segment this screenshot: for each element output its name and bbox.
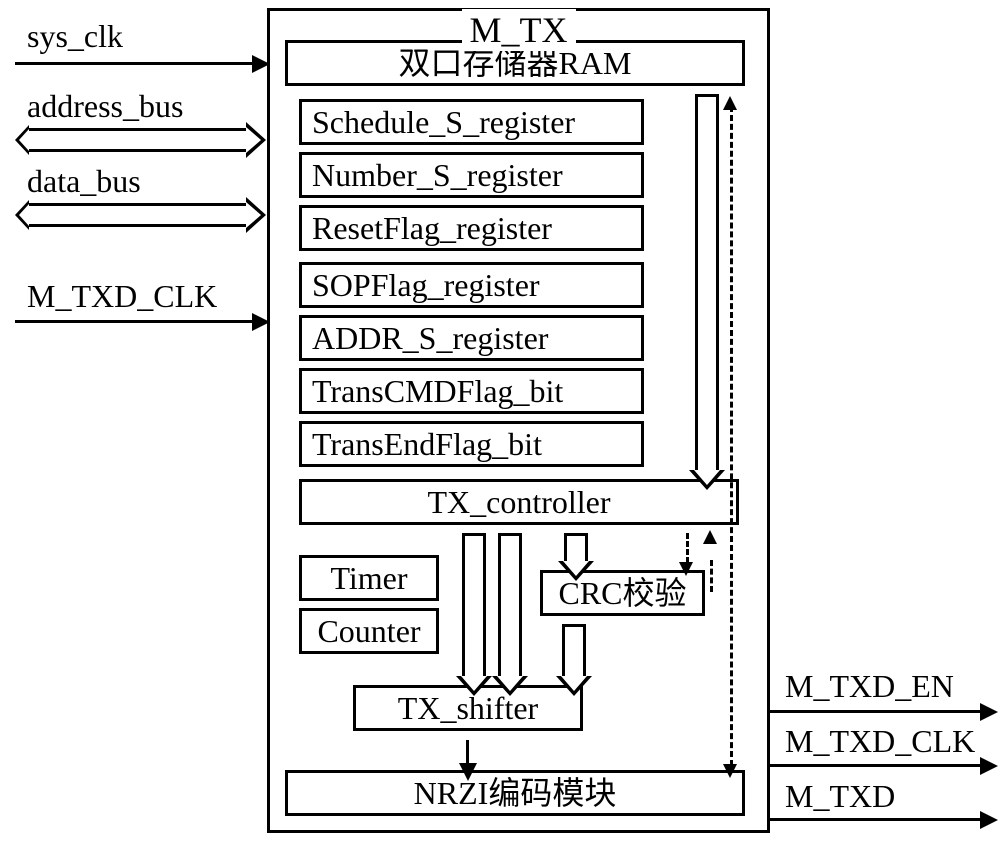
arrow-mtxd [770, 818, 980, 821]
mtx-diagram: sys_clk address_bus data_bus M_TXD_CLK M… [0, 0, 1000, 856]
arrowhead-data-bus [246, 197, 266, 233]
addr-s-register: ADDR_S_register [299, 315, 644, 361]
arrow-ram-to-txcontroller [695, 94, 719, 470]
arrow-mtxd-clk-in [15, 320, 252, 323]
dashed-txc-to-crc [686, 533, 689, 563]
arrow-mtxd-en [770, 710, 980, 713]
arrow-txc-to-crc [564, 533, 588, 561]
label-mtxd-clk-out: M_TXD_CLK [785, 723, 975, 760]
transendflag-bit: TransEndFlag_bit [299, 421, 644, 467]
arrow-data-bus [28, 203, 246, 227]
sopflag-register: SOPFlag_register [299, 262, 644, 308]
counter-box: Counter [299, 608, 439, 654]
number-s-register: Number_S_register [299, 152, 644, 198]
arrowhead-address-bus [246, 122, 266, 158]
schedule-s-register: Schedule_S_register [299, 99, 644, 145]
dashed-crc-to-txc [710, 560, 713, 592]
arrow-txc-shifter-2 [498, 533, 522, 676]
tx-controller: TX_controller [299, 479, 739, 525]
arrowtail-data-bus [15, 200, 29, 230]
arrow-mtxd-clk [770, 764, 980, 767]
transcmdflag-bit: TransCMDFlag_bit [299, 368, 644, 414]
mtx-title: M_TX [462, 9, 576, 51]
arrow-crc-to-shifter [562, 624, 586, 676]
arrow-shifter-to-nrzi [466, 740, 469, 765]
dashed-nrzi-ram-bidir [730, 106, 733, 766]
label-address-bus: address_bus [27, 88, 183, 125]
label-data-bus: data_bus [27, 163, 141, 200]
nrzi-box: NRZI编码模块 [285, 770, 745, 816]
label-mtxd-en: M_TXD_EN [785, 668, 954, 705]
label-sys-clk: sys_clk [27, 18, 123, 55]
arrowhead-ram-txc [689, 470, 725, 490]
arrow-sys-clk [15, 62, 252, 65]
label-mtxd-clk-in: M_TXD_CLK [27, 278, 217, 315]
arrow-txc-shifter-1 [462, 533, 486, 676]
resetflag-register: ResetFlag_register [299, 205, 644, 251]
arrow-address-bus [28, 128, 246, 152]
label-mtxd: M_TXD [785, 778, 895, 815]
timer-box: Timer [299, 555, 439, 601]
arrowtail-address-bus [15, 125, 29, 155]
